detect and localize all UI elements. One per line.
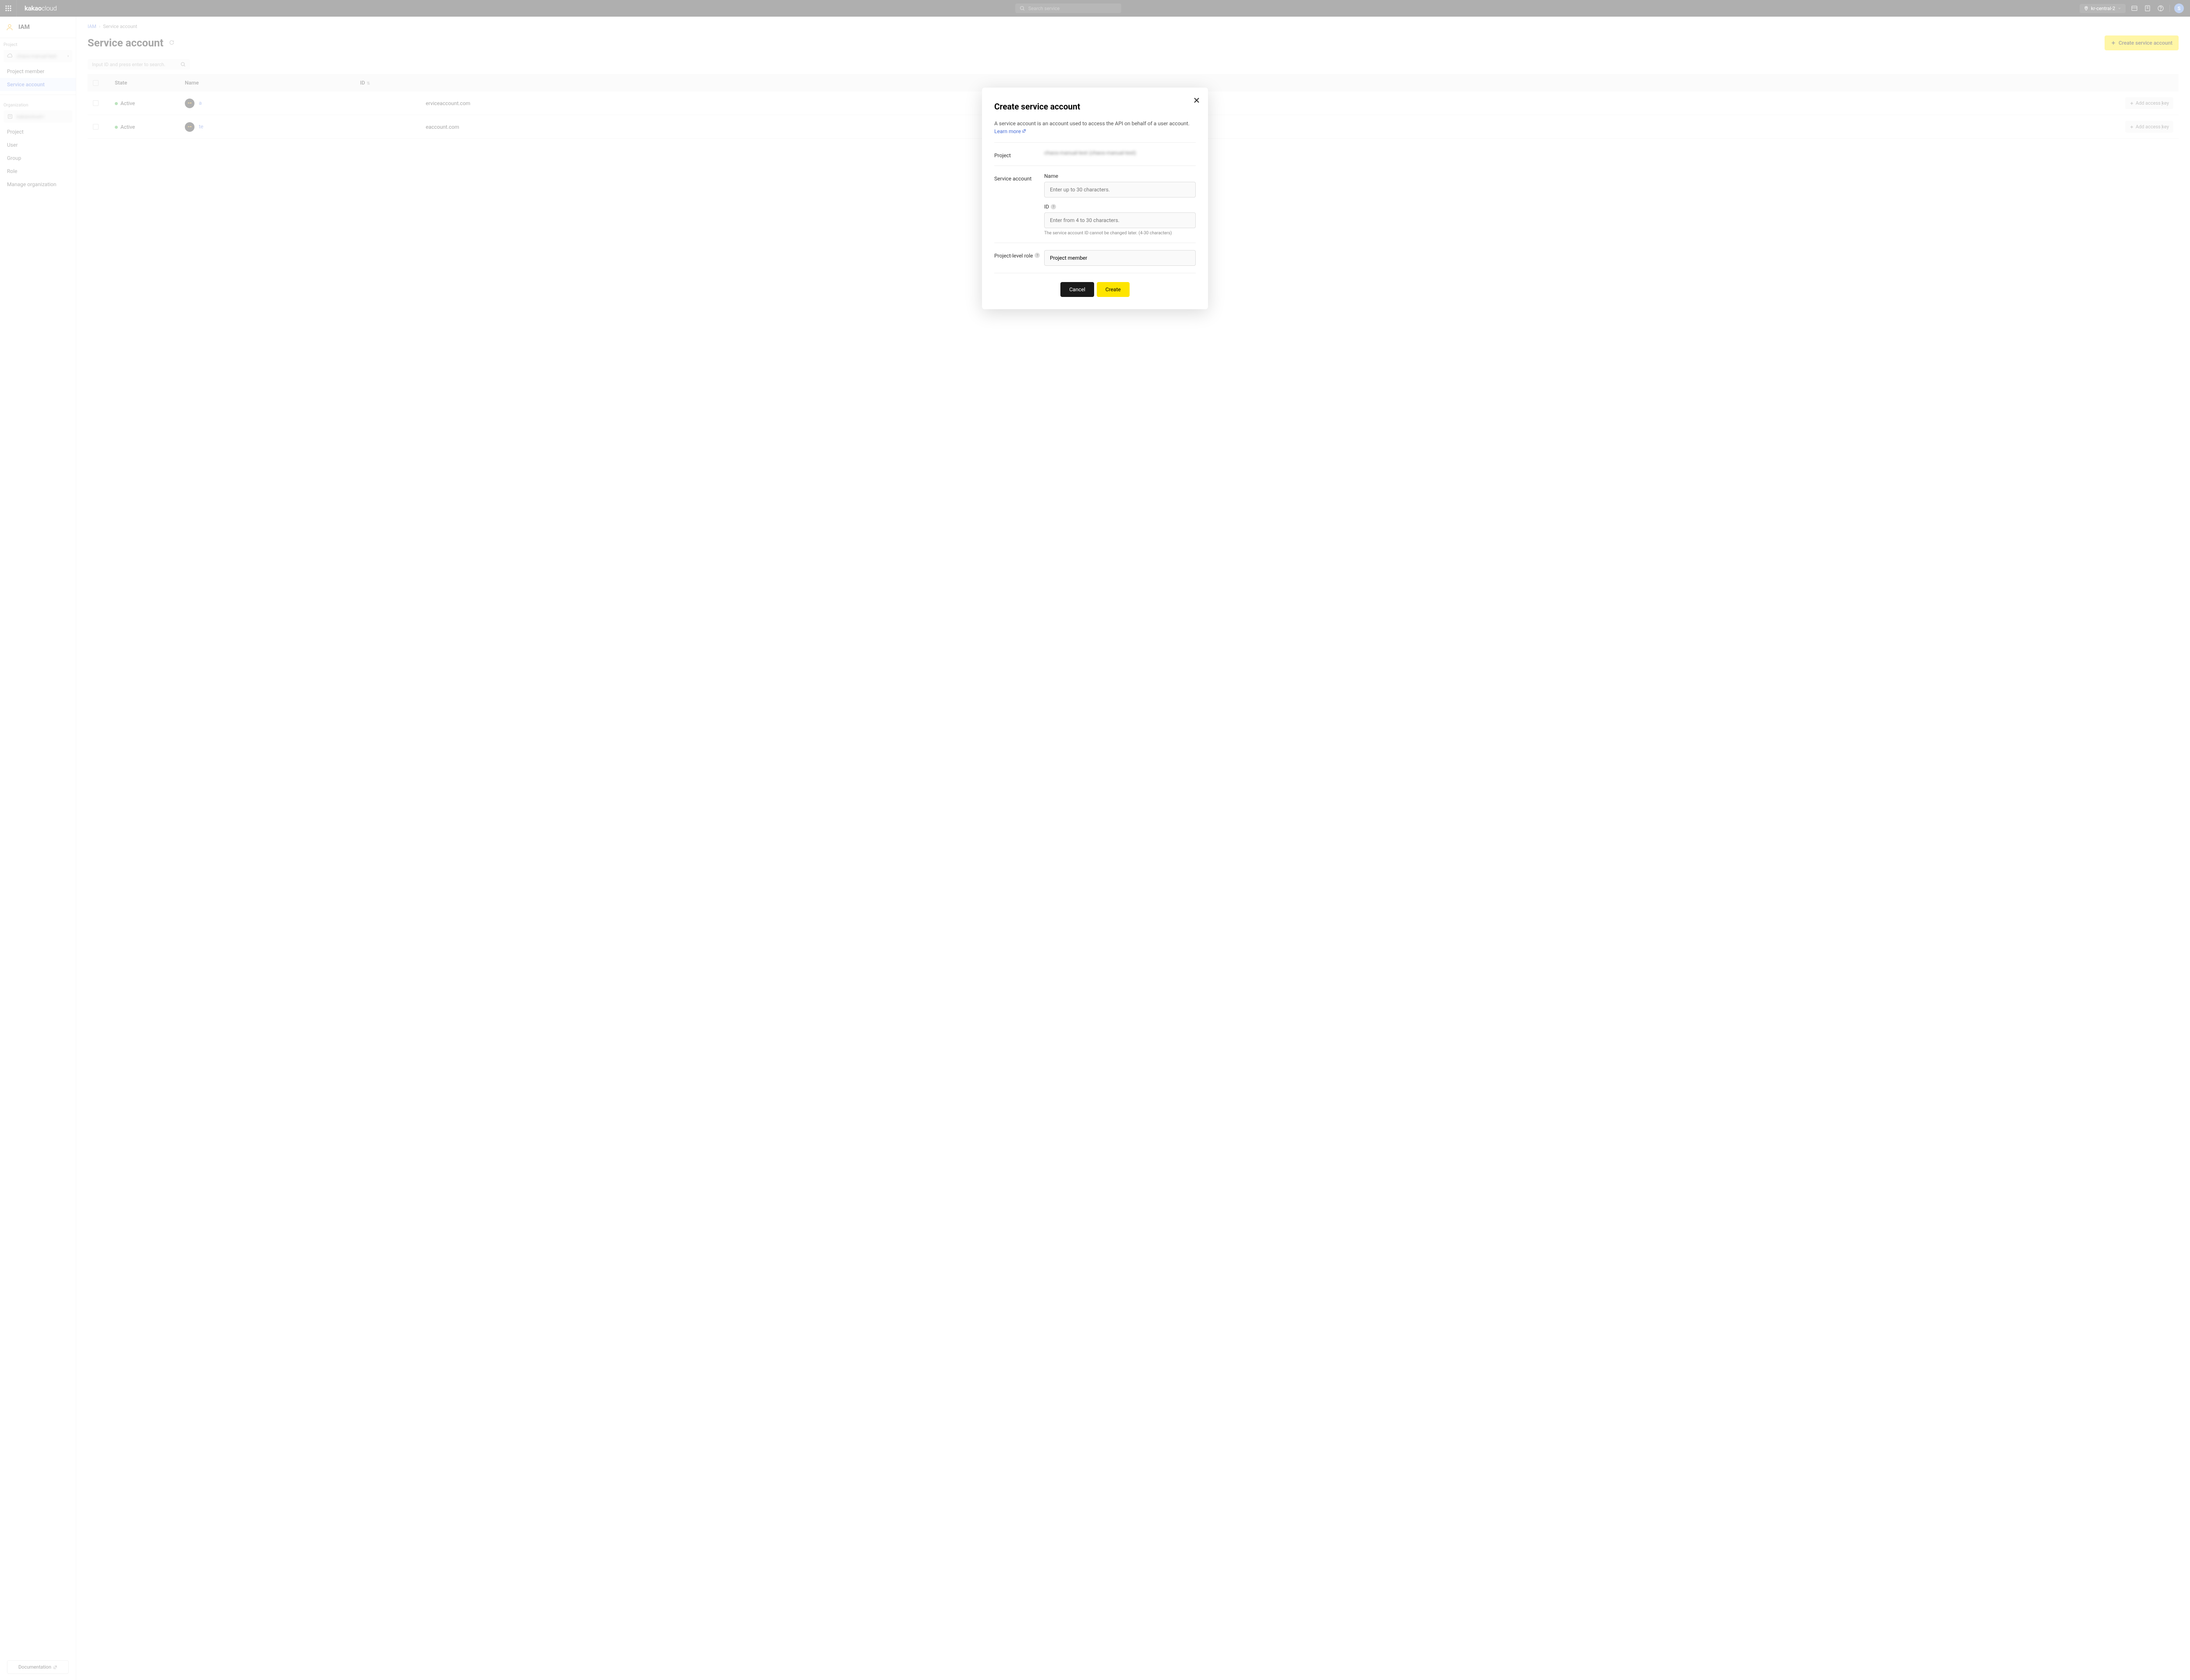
external-link-icon <box>1022 129 1026 133</box>
learn-more-link[interactable]: Learn more <box>994 128 1026 134</box>
name-input[interactable] <box>1044 182 1196 198</box>
close-button[interactable] <box>1193 95 1200 106</box>
field-name-label: Name <box>1044 173 1196 179</box>
label-service-account: Service account <box>994 173 1044 236</box>
role-select[interactable]: Project member <box>1044 250 1196 266</box>
modal-title: Create service account <box>994 102 1196 112</box>
project-value: chaos-manual-test (chaos-manual-test) <box>1044 150 1196 156</box>
id-input[interactable] <box>1044 212 1196 228</box>
create-button[interactable]: Create <box>1097 282 1130 297</box>
modal-description: A service account is an account used to … <box>994 120 1196 135</box>
field-id-label: ID? <box>1044 204 1196 210</box>
modal-overlay[interactable]: Create service account A service account… <box>0 0 2190 1680</box>
label-project: Project <box>994 150 1044 159</box>
label-role: Project-level role? <box>994 250 1044 266</box>
id-hint: The service account ID cannot be changed… <box>1044 231 1196 236</box>
create-service-account-modal: Create service account A service account… <box>982 88 1208 309</box>
help-icon[interactable]: ? <box>1035 253 1040 258</box>
close-icon <box>1193 97 1200 104</box>
help-icon[interactable]: ? <box>1051 204 1056 209</box>
cancel-button[interactable]: Cancel <box>1060 282 1094 297</box>
